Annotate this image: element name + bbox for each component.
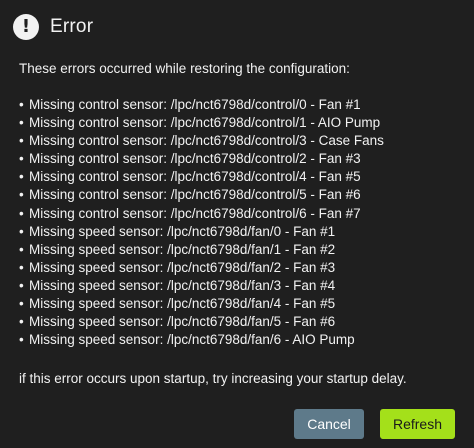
bullet: • bbox=[19, 223, 24, 239]
bullet: • bbox=[19, 277, 24, 293]
cancel-button[interactable]: Cancel bbox=[294, 409, 364, 439]
error-list: • Missing control sensor: /lpc/nct6798d/c… bbox=[19, 96, 384, 349]
error-list-item: • Missing speed sensor: /lpc/nct6798d/fan… bbox=[19, 223, 384, 241]
error-text: Missing speed sensor: /lpc/nct6798d/fan/… bbox=[29, 223, 336, 239]
bullet: • bbox=[19, 187, 24, 203]
error-list-item: • Missing speed sensor: /lpc/nct6798d/fan… bbox=[19, 295, 384, 313]
error-list-item: • Missing speed sensor: /lpc/nct6798d/fan… bbox=[19, 331, 384, 349]
error-list-item: • Missing speed sensor: /lpc/nct6798d/fan… bbox=[19, 241, 384, 259]
error-list-item: • Missing control sensor: /lpc/nct6798d/c… bbox=[19, 168, 384, 186]
error-list-item: • Missing control sensor: /lpc/nct6798d/c… bbox=[19, 150, 384, 168]
error-list-item: • Missing control sensor: /lpc/nct6798d/c… bbox=[19, 96, 384, 114]
startup-delay-hint: if this error occurs upon startup, try i… bbox=[19, 371, 407, 386]
error-text: Missing control sensor: /lpc/nct6798d/co… bbox=[29, 115, 381, 131]
error-text: Missing control sensor: /lpc/nct6798d/co… bbox=[29, 151, 361, 167]
bullet: • bbox=[19, 169, 24, 185]
error-dialog: ! Error These errors occurred while rest… bbox=[0, 0, 474, 448]
error-text: Missing speed sensor: /lpc/nct6798d/fan/… bbox=[29, 332, 355, 348]
bullet: • bbox=[19, 259, 24, 275]
error-text: Missing control sensor: /lpc/nct6798d/co… bbox=[29, 133, 384, 149]
error-text: Missing speed sensor: /lpc/nct6798d/fan/… bbox=[29, 259, 336, 275]
error-list-item: • Missing control sensor: /lpc/nct6798d/c… bbox=[19, 205, 384, 223]
error-text: Missing speed sensor: /lpc/nct6798d/fan/… bbox=[29, 314, 336, 330]
intro-text: These errors occurred while restoring th… bbox=[19, 61, 350, 76]
error-text: Missing control sensor: /lpc/nct6798d/co… bbox=[29, 205, 361, 221]
error-text: Missing speed sensor: /lpc/nct6798d/fan/… bbox=[29, 241, 336, 257]
error-text: Missing speed sensor: /lpc/nct6798d/fan/… bbox=[29, 277, 336, 293]
bullet: • bbox=[19, 97, 24, 112]
bullet: • bbox=[19, 241, 24, 257]
error-text: Missing control sensor: /lpc/nct6798d/co… bbox=[29, 187, 361, 203]
error-text: Missing control sensor: /lpc/nct6798d/co… bbox=[29, 97, 361, 112]
bullet: • bbox=[19, 205, 24, 221]
error-text: Missing control sensor: /lpc/nct6798d/co… bbox=[29, 169, 361, 185]
error-list-item: • Missing speed sensor: /lpc/nct6798d/fan… bbox=[19, 313, 384, 331]
error-list-item: • Missing speed sensor: /lpc/nct6798d/fan… bbox=[19, 277, 384, 295]
refresh-button[interactable]: Refresh bbox=[380, 409, 455, 439]
bullet: • bbox=[19, 296, 24, 312]
bullet: • bbox=[19, 133, 24, 149]
dialog-title: Error bbox=[50, 16, 94, 37]
bullet: • bbox=[19, 115, 24, 131]
dialog-title-row: ! Error bbox=[13, 14, 93, 40]
error-list-item: • Missing control sensor: /lpc/nct6798d/c… bbox=[19, 114, 384, 132]
error-list-item: • Missing speed sensor: /lpc/nct6798d/fan… bbox=[19, 259, 384, 277]
error-text: Missing speed sensor: /lpc/nct6798d/fan/… bbox=[29, 296, 336, 312]
bullet: • bbox=[19, 151, 24, 167]
bullet: • bbox=[19, 332, 24, 348]
error-list-item: • Missing control sensor: /lpc/nct6798d/c… bbox=[19, 132, 384, 150]
bullet: • bbox=[19, 314, 24, 330]
error-list-item: • Missing control sensor: /lpc/nct6798d/c… bbox=[19, 186, 384, 204]
exclamation-icon: ! bbox=[13, 14, 39, 40]
